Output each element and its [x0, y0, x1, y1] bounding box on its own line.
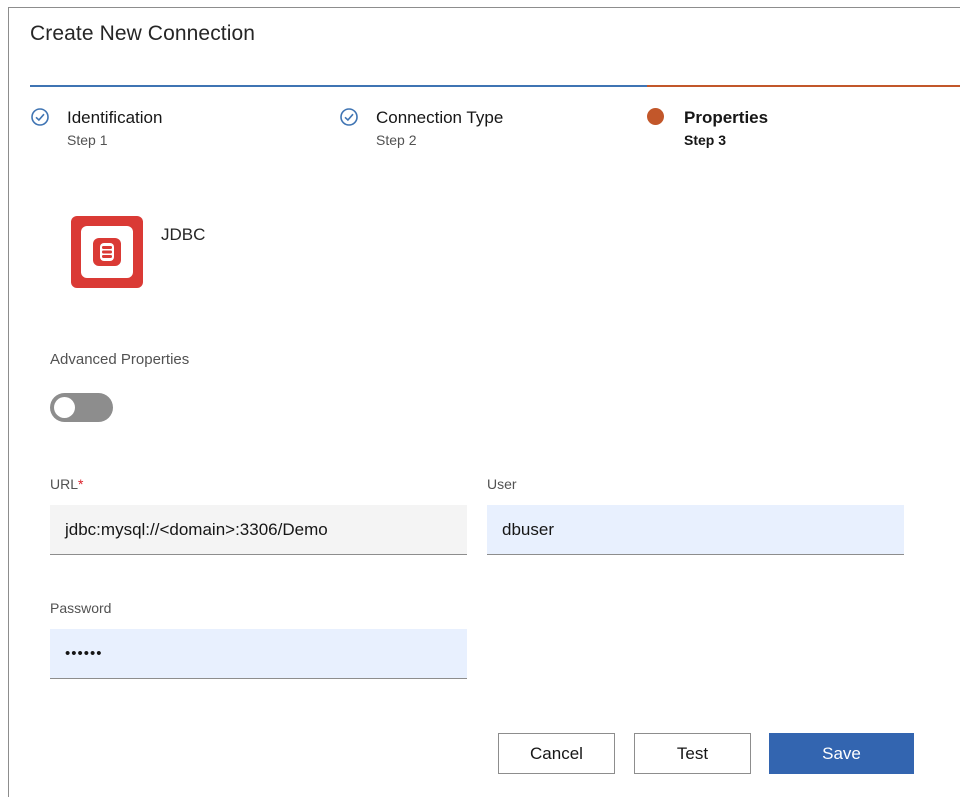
checkmark-circle-icon	[31, 108, 49, 126]
password-input[interactable]: ••••••	[50, 629, 467, 679]
toggle-knob	[54, 397, 75, 418]
required-marker: *	[78, 476, 84, 492]
step-number: Step 2	[376, 132, 417, 148]
advanced-properties-label: Advanced Properties	[50, 351, 190, 368]
advanced-properties-toggle[interactable]	[50, 393, 113, 422]
url-input[interactable]: jdbc:mysql://<domain>:3306/Demo	[50, 505, 467, 555]
url-label: URL*	[50, 476, 83, 492]
user-input[interactable]: dbuser	[487, 505, 904, 555]
password-label: Password	[50, 600, 112, 616]
step-number: Step 3	[684, 132, 727, 148]
progress-bar-current	[647, 85, 960, 87]
save-button[interactable]: Save	[769, 733, 914, 774]
step-name: Identification	[67, 108, 163, 127]
test-button[interactable]: Test	[634, 733, 751, 774]
step-name: Properties	[684, 108, 769, 127]
step-number: Step 1	[67, 132, 108, 148]
checkmark-circle-icon	[340, 108, 358, 126]
jdbc-tile	[71, 216, 143, 288]
step-name: Connection Type	[376, 108, 504, 127]
current-step-dot-icon	[647, 108, 664, 125]
progress-bar-complete	[30, 85, 647, 87]
user-label: User	[487, 476, 517, 492]
connection-type-name: JDBC	[161, 225, 206, 244]
database-icon	[93, 238, 121, 266]
cancel-button[interactable]: Cancel	[498, 733, 615, 774]
dialog-title: Create New Connection	[30, 22, 256, 45]
url-label-text: URL	[50, 476, 79, 492]
